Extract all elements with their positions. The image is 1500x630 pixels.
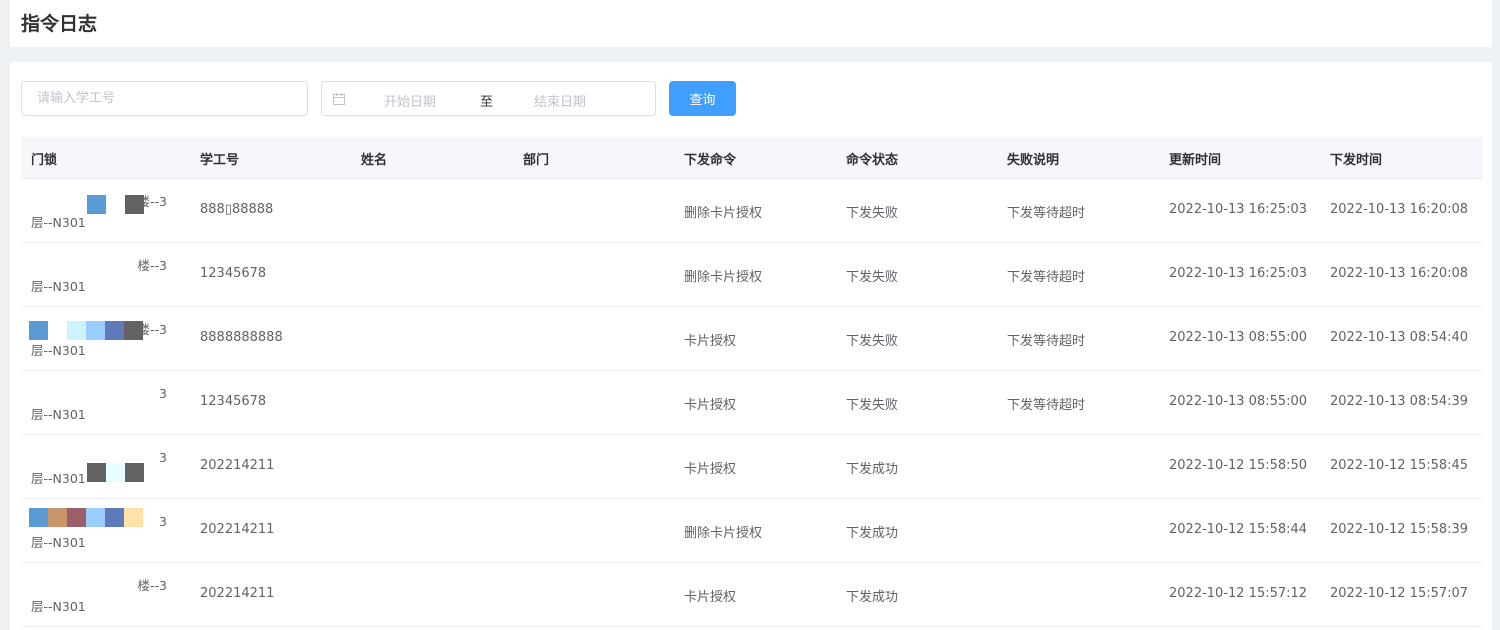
lock-line-2: 层--N301 [31,279,86,294]
lock-cell: 3 层--N301 [31,383,181,425]
status-cell: 下发失败 [846,270,899,285]
column-header-status: 命令状态 [846,153,899,168]
lock-line-1: 3 [159,386,167,401]
table-row[interactable]: 3 层--N301 202214211 卡片授权 下发成功 2022-10-12… [21,435,1483,499]
issued-time-cell: 2022-10-13 16:20:08 [1330,266,1469,281]
lock-cell: 楼--3 层--N301 [31,191,181,233]
updated-time-cell: 2022-10-13 16:25:03 [1169,266,1308,281]
issued-time-cell: 2022-10-13 08:54:40 [1330,330,1469,345]
command-cell: 卡片授权 [684,334,737,349]
page-title: 指令日志 [21,13,98,35]
lock-line-2: 层--N301 [31,343,86,358]
fail-reason-cell: 下发等待超时 [1007,398,1086,413]
fail-reason-cell: 下发等待超时 [1007,270,1086,285]
lock-cell: 楼--3 层--N301 [29,319,181,361]
status-cell: 下发成功 [846,526,899,541]
student-id-search[interactable] [21,81,308,116]
updated-time-cell: 2022-10-13 08:55:00 [1169,330,1308,345]
table-header: 门锁 学工号 姓名 部门 下发命令 命令状态 失败说明 更新时间 下发时间 [21,137,1483,179]
command-log-table: 门锁 学工号 姓名 部门 下发命令 命令状态 失败说明 更新时间 下发时间 楼-… [21,137,1483,627]
page-header: 指令日志 [10,0,1492,47]
fail-reason-cell: 下发等待超时 [1007,334,1086,349]
table-row[interactable]: 楼--3 层--N301 12345678 删除卡片授权 下发失败 下发等待超时… [21,243,1483,307]
column-header-command: 下发命令 [684,153,737,168]
student-id-cell: 202214211 [200,522,275,537]
command-cell: 卡片授权 [684,398,737,413]
student-id-cell: 8888888888 [200,330,283,345]
updated-time-cell: 2022-10-12 15:58:50 [1169,458,1308,473]
table-row[interactable]: 3 层--N301 12345678 卡片授权 下发失败 下发等待超时 2022… [21,371,1483,435]
status-cell: 下发成功 [846,462,899,477]
redaction-mask [29,321,143,340]
lock-line-2: 层--N301 [31,407,86,422]
column-header-issued-time: 下发时间 [1330,153,1383,168]
end-date-input[interactable]: 结束日期 [534,91,586,110]
table-row[interactable]: 3 层--N301 202214211 删除卡片授权 下发成功 2022-10-… [21,499,1483,563]
student-id-input[interactable] [22,82,307,115]
redaction-mask [87,463,144,482]
date-range-separator: 至 [480,95,494,110]
issued-time-cell: 2022-10-12 15:57:07 [1330,586,1469,601]
status-cell: 下发失败 [846,334,899,349]
student-id-cell: 12345678 [200,394,267,409]
command-cell: 删除卡片授权 [684,270,763,285]
updated-time-cell: 2022-10-13 16:25:03 [1169,202,1308,217]
lock-line-1: 楼--3 [137,578,167,593]
redaction-mask [87,195,144,214]
student-id-cell: 202214211 [200,586,275,601]
updated-time-cell: 2022-10-12 15:58:44 [1169,522,1308,537]
table-row[interactable]: 楼--3 层--N301 202214211 卡片授权 下发成功 2022-10… [21,563,1483,627]
updated-time-cell: 2022-10-12 15:57:12 [1169,586,1308,601]
student-id-cell: 202214211 [200,458,275,473]
start-date-input[interactable]: 开始日期 [384,91,436,110]
command-cell: 删除卡片授权 [684,206,763,221]
issued-time-cell: 2022-10-13 16:20:08 [1330,202,1469,217]
student-id-cell: 12345678 [200,266,267,281]
issued-time-cell: 2022-10-12 15:58:45 [1330,458,1469,473]
redaction-mask [29,508,143,527]
lock-line-2: 层--N301 [31,535,86,550]
column-header-student-id: 学工号 [200,153,240,168]
calendar-icon [333,93,345,105]
content-panel: 开始日期 至 结束日期 查询 门锁 学工号 姓名 部门 下发命令 命令状态 失败… [10,62,1492,630]
page: 指令日志 开始日期 至 结束日期 查询 门锁 学工号 姓名 部门 下发命令 [0,0,1500,630]
status-cell: 下发失败 [846,398,899,413]
issued-time-cell: 2022-10-13 08:54:39 [1330,394,1469,409]
column-header-updated-time: 更新时间 [1169,153,1222,168]
fail-reason-cell: 下发等待超时 [1007,206,1086,221]
lock-cell: 楼--3 层--N301 [31,255,181,297]
lock-line-2: 层--N301 [31,215,86,230]
lock-cell: 3 层--N301 [29,508,181,553]
student-id-cell: 888▯88888 [200,202,274,217]
column-header-fail-reason: 失败说明 [1007,153,1060,168]
issued-time-cell: 2022-10-12 15:58:39 [1330,522,1469,537]
table-row[interactable]: 楼--3 层--N301 8888888888 卡片授权 下发失败 下发等待超时… [21,307,1483,371]
status-cell: 下发成功 [846,590,899,605]
command-cell: 删除卡片授权 [684,526,763,541]
table-row[interactable]: 楼--3 层--N301 888▯88888 删除卡片授权 下发失败 下发等待超… [21,179,1483,243]
lock-line-2: 层--N301 [31,599,86,614]
status-cell: 下发失败 [846,206,899,221]
command-cell: 卡片授权 [684,590,737,605]
column-header-lock: 门锁 [31,153,58,168]
column-header-name: 姓名 [361,153,388,168]
lock-cell: 3 层--N301 [31,447,181,489]
lock-line-1: 楼--3 [137,258,167,273]
query-button[interactable]: 查询 [669,81,736,116]
date-range-picker[interactable]: 开始日期 至 结束日期 [321,81,656,116]
column-header-department: 部门 [523,153,550,168]
command-cell: 卡片授权 [684,462,737,477]
updated-time-cell: 2022-10-13 08:55:00 [1169,394,1308,409]
lock-cell: 楼--3 层--N301 [31,575,181,617]
